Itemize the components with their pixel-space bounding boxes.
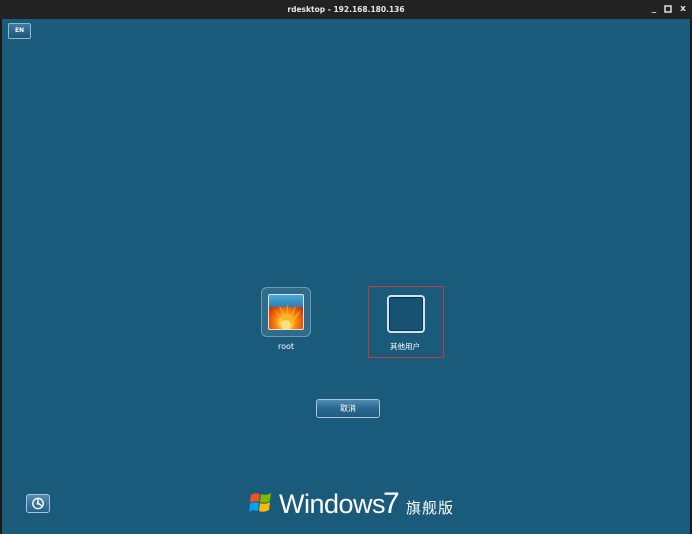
ease-of-access-icon: [32, 497, 44, 510]
logon-screen: EN root 其他用户 取消 Windows 7 旗舰版: [2, 19, 690, 534]
user-name-label: root: [277, 342, 295, 351]
maximize-button[interactable]: [662, 3, 674, 15]
user-name-label: 其他用户: [390, 342, 420, 351]
blank-avatar-icon: [387, 295, 425, 333]
flower-avatar-icon: [268, 294, 304, 330]
product-edition: 旗舰版: [406, 499, 455, 517]
language-indicator-button[interactable]: EN: [8, 23, 31, 39]
window-titlebar: rdesktop - 192.168.180.136 _ x: [0, 0, 692, 19]
user-tile-root[interactable]: root: [248, 287, 324, 351]
ease-of-access-button[interactable]: [26, 494, 50, 513]
minimize-button[interactable]: _: [648, 3, 660, 15]
close-button[interactable]: x: [677, 3, 689, 15]
cancel-button[interactable]: 取消: [316, 399, 380, 418]
product-name: Windows: [279, 489, 386, 519]
maximize-icon: [664, 5, 672, 13]
windows-flag-icon: [249, 493, 271, 512]
window-title: rdesktop - 192.168.180.136: [287, 5, 405, 14]
user-avatar-frame: [261, 287, 311, 337]
product-version: 7: [383, 487, 400, 520]
